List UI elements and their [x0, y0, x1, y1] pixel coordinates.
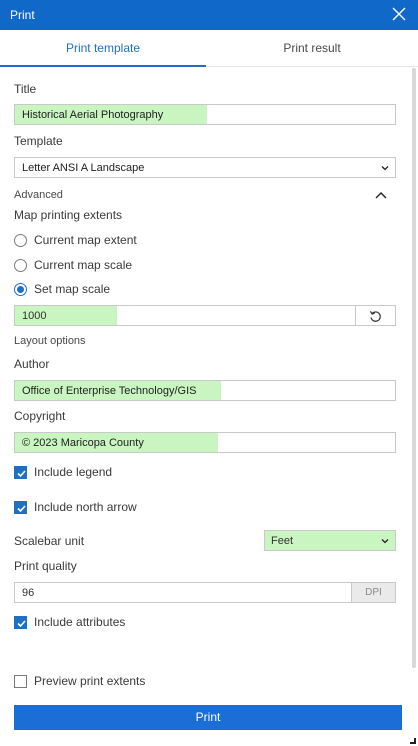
copyright-input-value: © 2023 Maricopa County: [22, 437, 144, 449]
checkmark-icon: [17, 470, 26, 478]
reset-scale-button[interactable]: [356, 305, 396, 326]
template-select-value: Letter ANSI A Landscape: [22, 162, 145, 174]
print-quality-input[interactable]: 96: [14, 582, 352, 603]
preview-extents-checkbox[interactable]: [14, 675, 27, 688]
include-attributes-label: Include attributes: [34, 615, 126, 629]
dpi-unit-label: DPI: [352, 582, 396, 603]
reset-icon: [369, 311, 381, 322]
layout-options-label: Layout options: [14, 335, 86, 347]
include-attributes-checkbox[interactable]: [14, 616, 27, 629]
radio-set-map-scale[interactable]: [14, 283, 27, 296]
extents-label: Map printing extents: [14, 208, 123, 222]
resize-handle[interactable]: [410, 738, 416, 744]
title-bar: Print: [0, 0, 418, 30]
radio-set-map-scale-label: Set map scale: [34, 282, 111, 296]
window-title: Print: [10, 8, 35, 22]
print-quality-label: Print quality: [14, 559, 77, 573]
scalebar-unit-value: Feet: [271, 535, 294, 547]
radio-current-map-extent-label: Current map extent: [34, 233, 137, 247]
chevron-down-icon: [381, 166, 389, 171]
tab-bar: Print template Print result: [0, 30, 418, 67]
chevron-up-icon[interactable]: [375, 191, 387, 200]
title-input[interactable]: Historical Aerial Photography: [14, 104, 396, 125]
include-north-arrow-checkbox[interactable]: [14, 501, 27, 514]
radio-current-map-extent[interactable]: [14, 234, 27, 247]
tab-print-result[interactable]: Print result: [206, 30, 418, 67]
copyright-input[interactable]: © 2023 Maricopa County: [14, 432, 396, 453]
include-legend-checkbox[interactable]: [14, 466, 27, 479]
tab-print-template[interactable]: Print template: [0, 30, 206, 67]
include-north-arrow-label: Include north arrow: [34, 500, 137, 514]
preview-extents-label: Preview print extents: [34, 674, 146, 688]
copyright-label: Copyright: [14, 409, 66, 423]
author-input[interactable]: Office of Enterprise Technology/GIS: [14, 380, 396, 401]
chevron-down-icon: [381, 539, 389, 544]
scalebar-unit-select[interactable]: Feet: [264, 530, 396, 551]
title-label: Title: [14, 82, 37, 96]
template-select[interactable]: Letter ANSI A Landscape: [14, 157, 396, 178]
checkmark-icon: [17, 620, 26, 628]
radio-current-map-scale-label: Current map scale: [34, 258, 133, 272]
map-scale-value: 1000: [22, 310, 47, 322]
scalebar-unit-label: Scalebar unit: [14, 534, 85, 548]
author-label: Author: [14, 357, 50, 371]
author-input-value: Office of Enterprise Technology/GIS: [22, 385, 197, 397]
map-scale-input[interactable]: 1000: [14, 305, 356, 326]
close-icon[interactable]: [392, 7, 406, 21]
template-label: Template: [14, 134, 63, 148]
advanced-label: Advanced: [14, 189, 63, 201]
include-legend-label: Include legend: [34, 465, 113, 479]
print-quality-value: 96: [22, 587, 35, 599]
scrollbar[interactable]: [412, 68, 416, 668]
print-button[interactable]: Print: [14, 705, 402, 730]
title-input-value: Historical Aerial Photography: [22, 109, 164, 121]
checkmark-icon: [17, 505, 26, 513]
radio-current-map-scale[interactable]: [14, 259, 27, 272]
